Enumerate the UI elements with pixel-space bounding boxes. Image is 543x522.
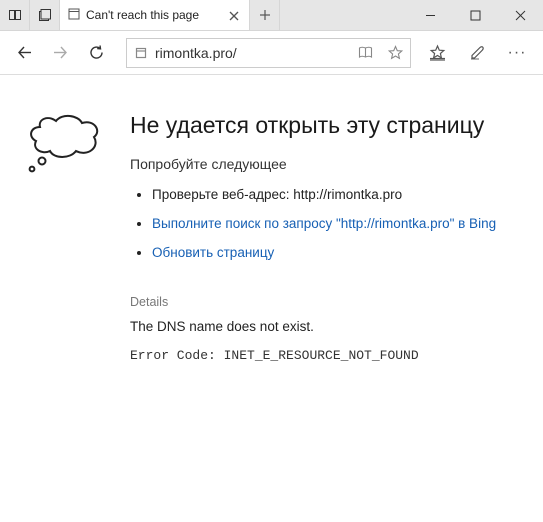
suggestion-check-url: Проверьте веб-адрес: http://rimontka.pro [152, 184, 496, 207]
thought-cloud-icon [20, 111, 114, 175]
toolbar: rimontka.pro/ ··· [0, 31, 543, 75]
error-code-label: Error Code: [130, 348, 224, 363]
page-icon [68, 8, 80, 23]
title-bar: Can't reach this page [0, 0, 543, 31]
favorite-icon[interactable] [380, 45, 410, 60]
address-bar[interactable]: rimontka.pro/ [126, 38, 411, 68]
error-code-value: INET_E_RESOURCE_NOT_FOUND [224, 348, 419, 363]
notes-icon[interactable] [459, 44, 495, 61]
error-message: Не удается открыть эту страницу Попробуй… [130, 111, 496, 366]
details-label: Details [130, 295, 496, 309]
url-text[interactable]: rimontka.pro/ [155, 45, 350, 61]
browser-tab[interactable]: Can't reach this page [60, 0, 250, 30]
error-code-line: Error Code: INET_E_RESOURCE_NOT_FOUND [130, 346, 496, 367]
dns-message: The DNS name does not exist. [130, 319, 496, 334]
error-heading: Не удается открыть эту страницу [130, 111, 496, 140]
refresh-button[interactable] [80, 37, 112, 69]
tab-title: Can't reach this page [86, 8, 223, 22]
new-tab-button[interactable] [250, 0, 280, 30]
site-info-icon[interactable] [127, 47, 155, 59]
more-menu-button[interactable]: ··· [499, 44, 535, 62]
dots-icon: ··· [508, 44, 527, 62]
try-label: Попробуйте следующее [130, 156, 496, 172]
forward-button[interactable] [44, 37, 76, 69]
favorites-hub-icon[interactable] [419, 44, 455, 61]
maximize-button[interactable] [453, 0, 498, 30]
minimize-button[interactable] [408, 0, 453, 30]
suggestion-refresh-link[interactable]: Обновить страницу [152, 245, 274, 260]
suggestions-list: Проверьте веб-адрес: http://rimontka.pro… [130, 184, 496, 265]
error-page: Не удается открыть эту страницу Попробуй… [0, 75, 543, 386]
tabs-aside-icon[interactable] [0, 0, 30, 30]
suggestion-search-link[interactable]: Выполните поиск по запросу "http://rimon… [152, 216, 496, 231]
close-tab-icon[interactable] [229, 10, 239, 20]
titlebar-drag-area[interactable] [280, 0, 408, 30]
back-button[interactable] [8, 37, 40, 69]
show-tabs-icon[interactable] [30, 0, 60, 30]
reading-view-icon[interactable] [350, 45, 380, 60]
window-close-button[interactable] [498, 0, 543, 30]
